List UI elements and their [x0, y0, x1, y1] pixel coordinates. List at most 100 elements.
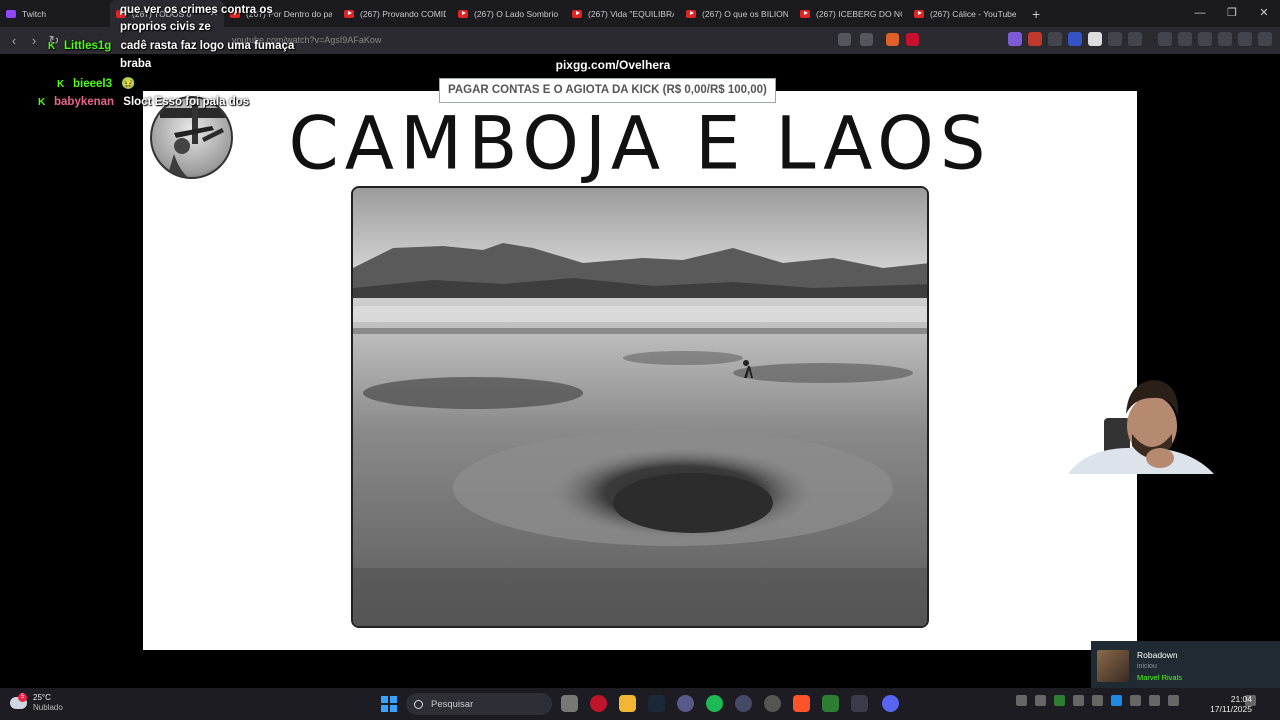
microphone-icon[interactable] [1130, 695, 1141, 706]
tab-label: (267) O que os BILION [702, 8, 788, 19]
volume-icon[interactable] [1168, 695, 1179, 706]
vpn-icon[interactable] [1238, 32, 1252, 46]
weather-widget[interactable]: 5 25°C Nublado [10, 693, 63, 713]
slide-title: CAMBOJA E LAOS [288, 100, 992, 186]
opera-gx-icon[interactable] [590, 695, 607, 712]
steam-icon[interactable] [648, 695, 665, 712]
stream-notification[interactable]: Robadown iniciou Marvel Rivals [1091, 641, 1280, 688]
stream-view: pixgg.com/Ovelhera PAGAR CONTAS E O AGIO… [0, 4, 1280, 688]
tab[interactable]: (267) ICEBERG DO NO [794, 0, 908, 27]
brave-rewards-icon[interactable] [906, 33, 919, 46]
chat-message: Kbabykenan Sloct Esso foi pala dos [38, 96, 249, 108]
tab[interactable]: (267) O que os BILION [680, 0, 794, 27]
kick-icon: K [57, 79, 65, 90]
music-icon[interactable] [1158, 32, 1172, 46]
clock-time: 21:04 [1230, 694, 1252, 704]
tab-label: (267) O Lado Sombrio [474, 8, 559, 19]
chat-text: cadê rasta faz logo uma fumaça [120, 40, 295, 52]
tab[interactable]: (267) Cálice - YouTube [908, 0, 1022, 27]
chevron-up-icon[interactable] [1016, 695, 1027, 706]
extension-icon[interactable] [1008, 32, 1022, 46]
spotify-icon[interactable] [706, 695, 723, 712]
tab[interactable]: (267) Provando COMID [338, 0, 452, 27]
start-button[interactable] [381, 696, 397, 712]
extension-icon[interactable] [1048, 32, 1062, 46]
network-icon[interactable] [1149, 695, 1160, 706]
menu-icon[interactable] [1258, 32, 1272, 46]
weather-condition: Nublado [33, 703, 63, 712]
youtube-icon [344, 9, 354, 18]
task-view-icon[interactable] [561, 695, 578, 712]
back-icon[interactable]: ‹ [4, 33, 24, 48]
notification-name: Robadown [1137, 650, 1178, 660]
chat-text: 🤢 [121, 78, 136, 90]
brave-icon[interactable] [793, 695, 810, 712]
clock[interactable]: 21:04 17/11/2025 [1206, 694, 1252, 714]
brave-shields-icon[interactable] [886, 33, 899, 46]
youtube-icon [914, 9, 924, 18]
pix-url: pixgg.com/Ovelhera [555, 58, 671, 72]
close-icon[interactable]: ✕ [1248, 0, 1280, 27]
tab[interactable]: (267) Vida "EQUILIBRA [566, 0, 680, 27]
file-explorer-icon[interactable] [619, 695, 636, 712]
clock-date: 17/11/2025 [1210, 704, 1252, 714]
weather-badge: 5 [18, 693, 27, 702]
minimize-icon[interactable]: — [1184, 0, 1216, 27]
chat-text: que ver os crimes contra os [120, 4, 273, 16]
youtube-icon [572, 9, 582, 18]
sync-icon[interactable] [1035, 695, 1046, 706]
arrow-icon[interactable] [1092, 695, 1103, 706]
chat-message: K Littles1g cadê rasta faz logo uma fumaç… [48, 40, 294, 52]
windows-taskbar: 5 25°C Nublado Pesquisar 21:04 17/11/202… [0, 688, 1280, 720]
app-icon[interactable] [677, 695, 694, 712]
temperature: 25°C [33, 693, 51, 702]
bomb-crater-photo [351, 186, 929, 628]
cast-icon[interactable] [838, 33, 851, 46]
donation-goal: PAGAR CONTAS E O AGIOTA DA KICK (R$ 0,00… [439, 78, 776, 103]
extension-icon[interactable] [1068, 32, 1082, 46]
wallet-icon[interactable] [1198, 32, 1212, 46]
chat-message: braba [120, 58, 151, 70]
app-tray-icon[interactable] [1073, 695, 1084, 706]
extensions-bar [1008, 32, 1272, 46]
media-player-icon[interactable] [822, 695, 839, 712]
search-icon [414, 699, 423, 709]
tab-twitch[interactable]: Twitch [0, 0, 110, 27]
bluetooth-icon[interactable] [1111, 695, 1122, 706]
puzzle-icon[interactable] [1108, 32, 1122, 46]
notification-subtitle: iniciou [1137, 663, 1157, 670]
tab-label: Twitch [22, 8, 47, 19]
discord-icon[interactable] [882, 695, 899, 712]
notification-avatar [1097, 650, 1129, 682]
helicopter-gunner-image [150, 96, 233, 179]
chat-text: proprios civis ze [120, 21, 211, 33]
chat-message: que ver os crimes contra os [120, 4, 273, 16]
sidebar-icon[interactable] [1178, 32, 1192, 46]
taskbar-search[interactable]: Pesquisar [406, 693, 552, 715]
leo-ai-icon[interactable] [1218, 32, 1232, 46]
window-controls: — ❐ ✕ [1184, 0, 1280, 27]
app-icon[interactable] [735, 695, 752, 712]
twitch-icon [6, 9, 16, 18]
tab-label: (267) Vida "EQUILIBRA [588, 8, 674, 19]
kick-icon: K [48, 41, 56, 52]
new-tab-button[interactable]: + [1022, 6, 1050, 22]
notification-game: Marvel Rivals [1137, 673, 1183, 682]
share-icon[interactable] [860, 33, 873, 46]
tab[interactable]: (267) O Lado Sombrio [452, 0, 566, 27]
extension-icon[interactable] [1028, 32, 1042, 46]
forward-icon[interactable]: › [24, 33, 44, 48]
chat-username: bieeel3 [73, 78, 112, 90]
kick-icon: K [38, 97, 46, 108]
youtube-icon [686, 9, 696, 18]
cloud-icon: 5 [10, 693, 27, 709]
maximize-icon[interactable]: ❐ [1216, 0, 1248, 27]
youtube-icon [800, 9, 810, 18]
screenshot-icon[interactable] [1128, 32, 1142, 46]
github-icon[interactable] [764, 695, 781, 712]
play-icon[interactable] [1054, 695, 1065, 706]
download-icon[interactable] [851, 695, 868, 712]
chat-username: Littles1g [64, 40, 112, 52]
webcam-overlay [1068, 376, 1214, 474]
extension-icon[interactable] [1088, 32, 1102, 46]
